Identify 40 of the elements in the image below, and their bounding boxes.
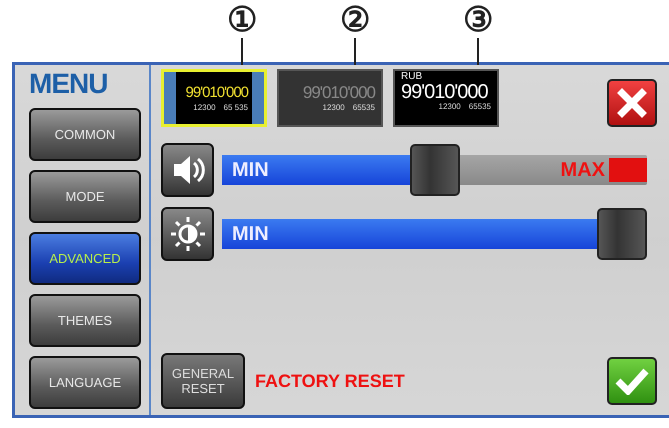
max-label: MAX [560, 158, 605, 183]
brightness-button[interactable] [161, 207, 214, 261]
menu-button[interactable]: MODE [29, 170, 141, 223]
callout-number: ③ [462, 2, 494, 38]
count-text: 65535 [468, 102, 491, 112]
leader-line [354, 38, 356, 65]
theme-thumbnail[interactable]: 99'010'000 12300 65535 [277, 69, 383, 127]
amount-text: 99'010'000 [302, 83, 375, 103]
confirm-button[interactable] [607, 357, 657, 405]
min-label: MIN [231, 159, 269, 181]
count-text: 12300 [193, 103, 216, 113]
max-indicator [609, 158, 647, 182]
amount-text: 99'010'000 [186, 83, 248, 103]
slider-handle[interactable] [410, 144, 460, 196]
slider-handle[interactable] [597, 208, 647, 260]
checkmark-icon [615, 367, 649, 395]
count-text: 12300 [438, 102, 461, 112]
menu-button[interactable]: ADVANCED [29, 232, 141, 285]
menu-button[interactable]: COMMON [29, 108, 141, 161]
menu-button[interactable]: LANGUAGE [29, 356, 141, 409]
count-text: 65 535 [224, 103, 248, 113]
close-icon [617, 88, 647, 118]
reset-button[interactable]: GENERAL RESET [161, 353, 245, 409]
currency-text: RUB [401, 71, 424, 82]
theme-thumbnail[interactable]: RUB 99'010'000 12300 65535 [393, 69, 499, 127]
brightness-icon [170, 216, 206, 252]
volume-button[interactable] [161, 143, 214, 197]
leader-line [241, 38, 243, 65]
callout-number: ② [339, 2, 371, 38]
reset-label: FACTORY RESET [255, 370, 406, 392]
callout-number: ① [226, 2, 258, 38]
menu-title: MENU [29, 69, 108, 99]
close-button[interactable] [607, 79, 657, 127]
theme-thumbnail[interactable]: 99'010'000 12300 65 535 [161, 69, 267, 127]
count-text: 65535 [352, 103, 375, 113]
leader-line [477, 38, 479, 65]
amount-text: 99'010'000 [401, 82, 489, 102]
min-label: MIN [231, 223, 269, 245]
menu-button[interactable]: THEMES [29, 294, 141, 347]
count-text: 12300 [322, 103, 345, 113]
